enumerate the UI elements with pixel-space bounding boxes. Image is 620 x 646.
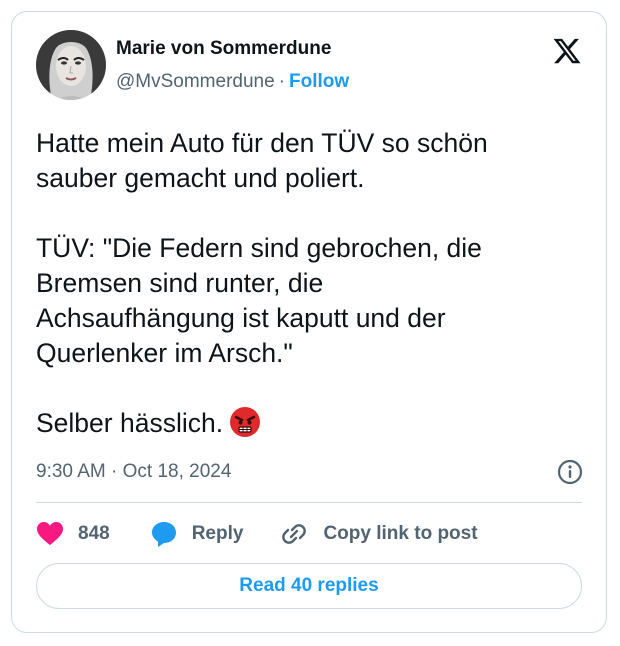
tweet-line: sauber gemacht und poliert. [36,163,365,193]
like-button[interactable]: 848 [36,521,110,547]
copy-link-button[interactable]: Copy link to post [279,519,478,549]
link-icon [282,524,307,544]
read-replies-button[interactable]: Read 40 replies [36,563,582,609]
avatar[interactable] [36,30,106,100]
read-replies-label: Read 40 replies [239,575,379,596]
follow-button[interactable]: Follow [289,71,349,92]
timestamp-separator: · [111,461,118,482]
tweet-line: Bremsen sind runter, die [36,268,324,298]
tweet-line: Selber hässlich. [36,408,224,438]
author-handle-row: @MvSommerdune · Follow [116,70,349,94]
info-icon[interactable] [556,458,584,486]
angry-face-emoji-icon [229,406,261,447]
tweet-paragraph: Hatte mein Auto für den TÜV so schön sau… [36,126,584,196]
author-handle[interactable]: @MvSommerdune [116,71,275,92]
tweet-paragraph: TÜV: "Die Federn sind gebrochen, die Bre… [36,231,584,371]
tweet-paragraph: Selber hässlich. [36,406,584,447]
divider [36,502,582,503]
action-bar: 848 Reply Copy link to post [36,514,478,554]
like-count: 848 [78,523,110,544]
reply-label: Reply [191,523,244,544]
reply-button[interactable]: Reply [150,520,244,548]
tweet-line: TÜV: "Die Federn sind gebrochen, die [36,233,482,263]
author-name[interactable]: Marie von Sommerdune [116,37,331,61]
tweet-timestamp[interactable]: 9:30 AM · Oct 18, 2024 [36,460,231,484]
tweet-line: Querlenker im Arsch." [36,338,293,368]
x-logo-icon[interactable] [552,36,582,66]
heart-icon [37,522,63,545]
handle-separator: · [278,71,285,92]
speech-bubble-icon [151,522,176,547]
tweet-line: Hatte mein Auto für den TÜV so schön [36,128,488,158]
tweet-date: Oct 18, 2024 [122,461,232,482]
tweet-time: 9:30 AM [36,461,106,482]
copy-link-label: Copy link to post [323,523,478,544]
tweet-text: Hatte mein Auto für den TÜV so schön sau… [36,126,584,447]
tweet-card: Marie von Sommerdune @MvSommerdune · Follo… [11,11,607,633]
tweet-line: Achsaufhängung ist kaputt und der [36,303,446,333]
